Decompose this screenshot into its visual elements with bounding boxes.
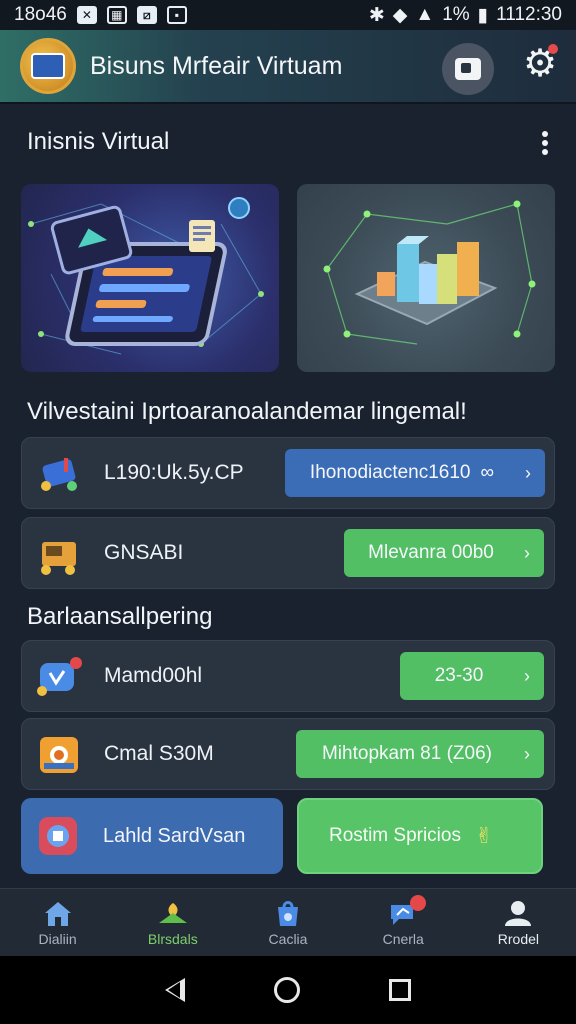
app-bar: Bisuns Mrfeair Virtuam ⚙ [0,30,576,104]
signal-icon: ▲ [415,4,435,25]
notification-mute-icon: ⧄ [136,6,157,24]
id-card-icon [455,58,481,80]
section-title-planning: Barlaansallpering [27,603,213,630]
list-item-label: Mamd00hl [104,664,203,687]
notification-square-icon: ▪ [166,6,187,24]
chevron-right-icon: › [524,743,530,764]
list-item[interactable]: L190:Uk.5y.CP Ihonodiactenc1610 ∞ › [21,437,555,509]
action-button[interactable]: Ihonodiactenc1610 ∞ › [285,449,545,497]
tile-left[interactable]: Lahld SardVsan [21,798,283,874]
tile-right[interactable]: Rostim Spricios ✌ [297,798,543,874]
bottom-tab-bar: Dialiin Blrsdals Caclia Cnerla Rrodel [0,888,576,956]
list-item[interactable]: GNSABI Mlevanra 00b0 › [21,517,555,589]
app-title: Bisuns Mrfeair Virtuam [90,51,343,80]
tab-blrsdals[interactable]: Blrsdals [115,889,230,956]
chevron-right-icon: › [524,665,530,686]
battery-percent: 1% [442,4,470,25]
bag-icon [278,900,298,926]
settings-badge [548,44,558,54]
section-title-investment: Vilvestaini Iprtoaranoalandemar lingemal… [27,398,467,425]
home-icon [44,901,71,926]
section-title-virtual: Inisnis Virtual [27,128,170,155]
system-nav-bar [0,956,576,1024]
mailbox-icon [36,452,82,496]
back-icon[interactable] [164,978,185,1002]
bar-chart-network-icon [323,200,536,345]
status-time-left: 18o46 [14,4,67,25]
profile-card-button[interactable] [442,43,494,95]
cash-register-icon [36,532,82,576]
list-item-label: GNSABI [104,541,184,564]
list-item[interactable]: Cmal S30M Mihtopkam 81 (Z06) › [21,718,555,790]
list-item-label: Cmal S30M [104,742,214,765]
battery-icon: ▮ [477,4,489,26]
action-button[interactable]: 23-30 › [400,652,544,700]
action-button[interactable]: Mihtopkam 81 (Z06) › [296,730,544,778]
notification-x-icon: ✕ [76,6,97,24]
list-item[interactable]: Mamd00hl 23-30 › [21,640,555,712]
status-time-right: 1112:30 [496,4,562,25]
list-item-label: L190:Uk.5y.CP [104,461,244,484]
hero-chart-illustration[interactable] [297,184,555,372]
chat-app-icon [36,655,82,699]
chevron-right-icon: › [525,462,531,483]
tab-home[interactable]: Dialiin [0,889,115,956]
plant-icon [158,902,187,923]
tile-right-label: Rostim Spricios [329,825,461,846]
notification-grid-icon: ▦ [106,6,127,24]
tablet-network-icon [28,197,264,355]
shopping-bag-icon [39,817,77,855]
hero-tablet-illustration[interactable] [21,184,279,372]
thumbs-up-icon: ✌ [474,823,494,848]
tile-left-label: Lahld SardVsan [103,824,246,847]
user-profile-icon [505,900,532,926]
action-button[interactable]: Mlevanra 00b0 › [344,529,544,577]
tab-caclia[interactable]: Caclia [230,889,345,956]
status-bar: 18o46 ✕ ▦ ⧄ ▪ ✱ ◆ ▲ 1% ▮ 1112:30 [0,0,576,30]
home-circle-icon[interactable] [273,977,300,1003]
tab-cnerla[interactable]: Cnerla [346,889,461,956]
infinity-icon: ∞ [480,462,495,483]
tab-profile[interactable]: Rrodel [461,889,576,956]
camera-app-icon [36,733,82,777]
recent-apps-icon[interactable] [389,979,412,1001]
bluetooth-icon: ✱ [368,4,385,26]
notification-badge [409,895,426,911]
app-logo-icon [20,38,76,94]
chevron-right-icon: › [524,542,530,563]
more-options-icon[interactable] [538,128,552,158]
wifi-icon: ◆ [392,4,408,26]
